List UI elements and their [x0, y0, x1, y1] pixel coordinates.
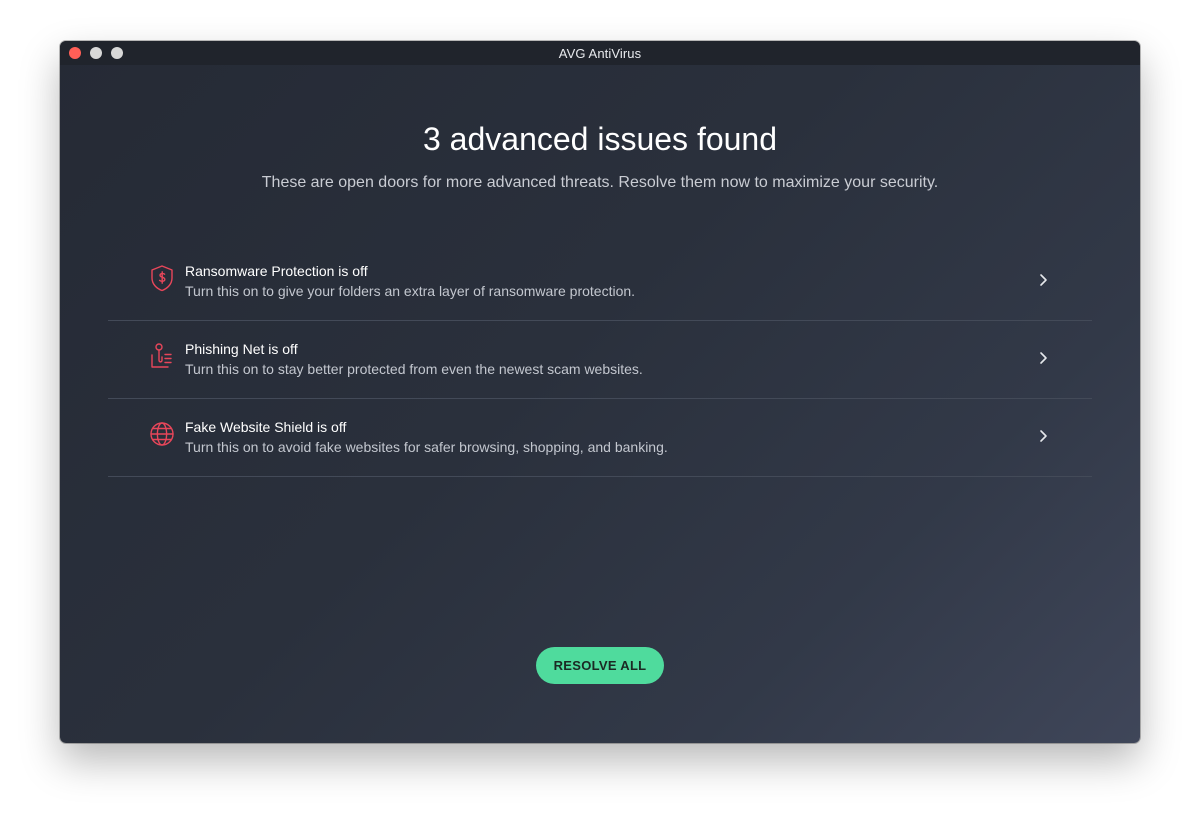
issue-item-ransomware-protection[interactable]: Ransomware Protection is off Turn this o…: [108, 243, 1092, 321]
page-subtitle: These are open doors for more advanced t…: [261, 174, 939, 191]
title-bar[interactable]: AVG AntiVirus: [60, 41, 1140, 65]
issue-item-phishing-net[interactable]: Phishing Net is off Turn this on to stay…: [108, 321, 1092, 399]
page-title: 3 advanced issues found: [422, 121, 778, 157]
chevron-right-icon[interactable]: [1036, 272, 1050, 288]
phishing-hook-icon: [148, 341, 176, 371]
issue-item-fake-website-shield[interactable]: Fake Website Shield is off Turn this on …: [108, 399, 1092, 477]
issues-list: Ransomware Protection is off Turn this o…: [108, 243, 1092, 477]
issue-description: Turn this on to give your folders an ext…: [185, 283, 636, 299]
window-title: AVG AntiVirus: [558, 46, 642, 61]
globe-icon: [148, 419, 176, 449]
issue-title: Phishing Net is off: [185, 341, 298, 357]
chevron-right-icon[interactable]: [1036, 350, 1050, 366]
issue-description: Turn this on to avoid fake websites for …: [185, 439, 668, 455]
app-window: AVG AntiVirus 3 advanced issues found Th…: [60, 41, 1140, 743]
issue-title: Fake Website Shield is off: [185, 419, 347, 435]
chevron-right-icon[interactable]: [1036, 428, 1050, 444]
issue-description: Turn this on to stay better protected fr…: [185, 361, 643, 377]
resolve-all-button[interactable]: RESOLVE ALL: [536, 647, 664, 684]
issue-title: Ransomware Protection is off: [185, 263, 368, 279]
ransomware-shield-icon: [148, 263, 176, 293]
